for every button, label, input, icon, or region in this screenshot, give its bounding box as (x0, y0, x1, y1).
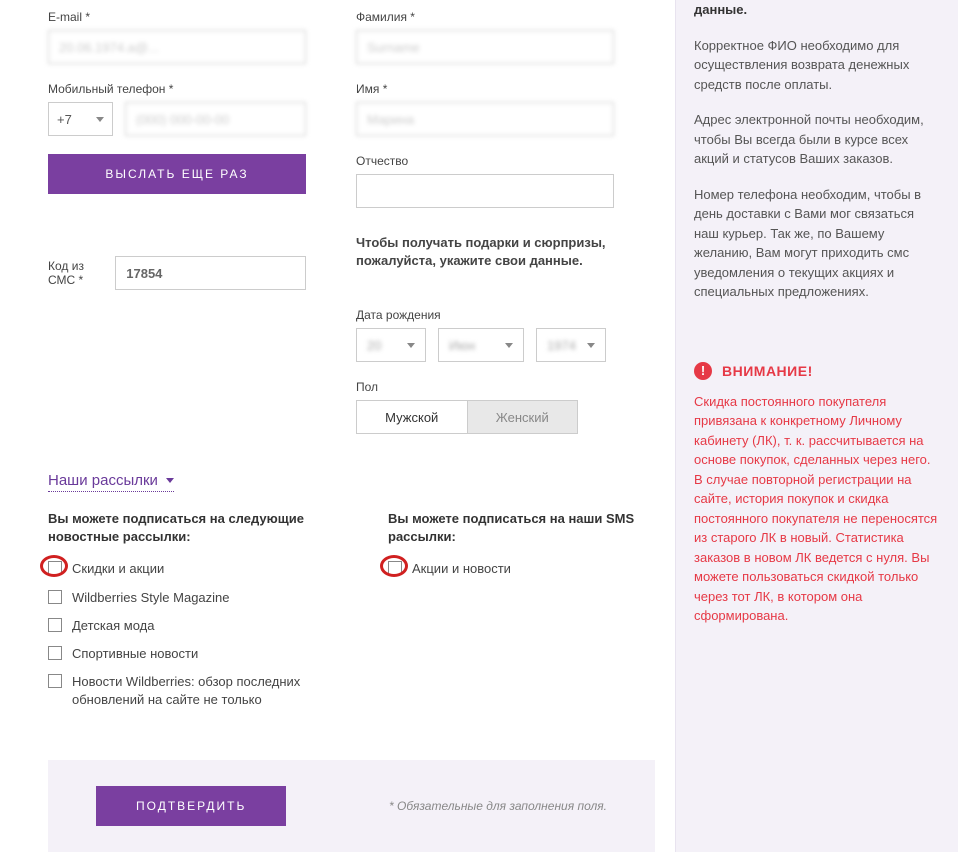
sidebar-text-email: Адрес электронной почты необходим, чтобы… (694, 110, 940, 169)
sms-code-label: Код из СМС * (48, 259, 101, 287)
email-label: E-mail * (48, 10, 306, 24)
phone-code-select[interactable]: +7 (48, 102, 113, 136)
dob-year-value: 1974 (547, 338, 576, 353)
dob-month-value: Июн (449, 338, 475, 353)
checkbox-label: Wildberries Style Magazine (72, 589, 230, 607)
chevron-down-icon (587, 343, 595, 348)
checkbox-label: Новости Wildberries: обзор последних обн… (72, 673, 338, 709)
checkbox-kids-fashion[interactable] (48, 618, 62, 632)
sms-subscribe-heading: Вы можете подписаться на наши SMS рассыл… (388, 510, 646, 546)
dob-day-value: 20 (367, 338, 381, 353)
checkbox-discounts[interactable] (48, 561, 62, 575)
chevron-down-icon (407, 343, 415, 348)
dob-month-select[interactable]: Июн (438, 328, 524, 362)
checkbox-label: Спортивные новости (72, 645, 198, 663)
newsletters-toggle-label: Наши рассылки (48, 472, 158, 489)
patronymic-field[interactable] (356, 174, 614, 208)
surname-label: Фамилия * (356, 10, 614, 24)
sidebar-text-fio: Корректное ФИО необходимо для осуществле… (694, 36, 940, 95)
resend-sms-button[interactable]: ВЫСЛАТЬ ЕЩЕ РАЗ (48, 154, 306, 194)
gender-label: Пол (356, 380, 614, 394)
gender-male-button[interactable]: Мужской (356, 400, 468, 434)
checkbox-style-magazine[interactable] (48, 590, 62, 604)
chevron-down-icon (505, 343, 513, 348)
required-fields-hint: * Обязательные для заполнения поля. (389, 797, 607, 815)
dob-label: Дата рождения (356, 308, 614, 322)
name-label: Имя * (356, 82, 614, 96)
checkbox-label: Скидки и акции (72, 560, 164, 578)
email-field[interactable] (48, 30, 306, 64)
chevron-down-icon (166, 478, 174, 483)
checkbox-wildberries-news[interactable] (48, 674, 62, 688)
name-field[interactable] (356, 102, 614, 136)
sms-code-field[interactable] (115, 256, 306, 290)
checkbox-label: Акции и новости (412, 560, 511, 578)
patronymic-label: Отчество (356, 154, 614, 168)
checkbox-sports-news[interactable] (48, 646, 62, 660)
sidebar-text-phone: Номер телефона необходим, чтобы в день д… (694, 185, 940, 302)
phone-field[interactable] (125, 102, 306, 136)
dob-day-select[interactable]: 20 (356, 328, 426, 362)
warning-text: Скидка постоянного покупателя привязана … (694, 392, 940, 626)
phone-code-value: +7 (57, 112, 72, 127)
warning-icon: ! (694, 362, 712, 380)
checkbox-label: Детская мода (72, 617, 154, 635)
surname-field[interactable] (356, 30, 614, 64)
gifts-info-text: Чтобы получать подарки и сюрпризы, пожал… (356, 234, 614, 270)
chevron-down-icon (96, 117, 104, 122)
news-subscribe-heading: Вы можете подписаться на следующие новос… (48, 510, 338, 546)
confirm-button[interactable]: ПОДТВЕРДИТЬ (96, 786, 286, 826)
gender-female-button[interactable]: Женский (468, 400, 579, 434)
dob-year-select[interactable]: 1974 (536, 328, 606, 362)
newsletters-toggle[interactable]: Наши рассылки (48, 472, 174, 492)
warning-title: ВНИМАНИЕ! (722, 363, 813, 379)
phone-label: Мобильный телефон * (48, 82, 306, 96)
sidebar-text-top: данные. (694, 0, 940, 20)
checkbox-sms-promo[interactable] (388, 561, 402, 575)
